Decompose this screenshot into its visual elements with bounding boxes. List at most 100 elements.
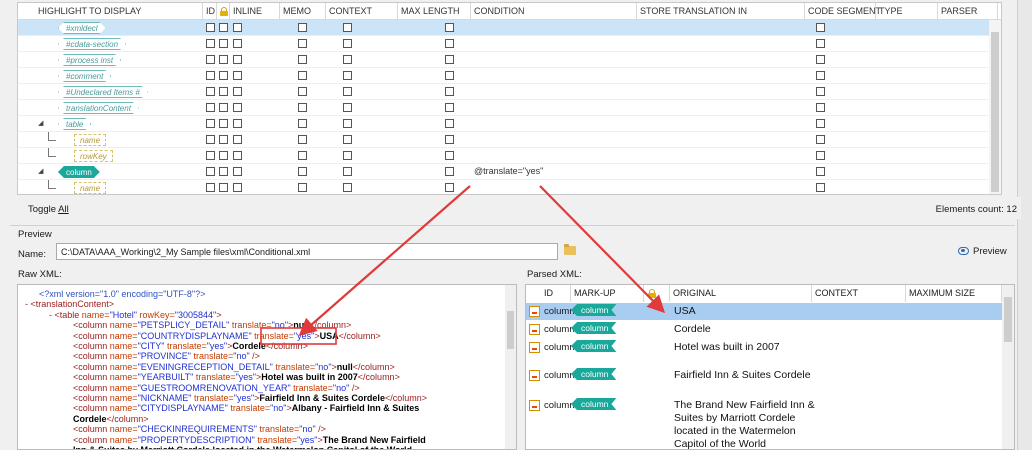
grid-checkbox[interactable] — [233, 71, 242, 80]
grid-checkbox[interactable] — [816, 103, 825, 112]
grid-checkbox[interactable] — [206, 151, 215, 160]
grid-checkbox[interactable] — [445, 71, 454, 80]
tree-expander-icon[interactable]: ◢ — [38, 167, 43, 175]
grid-checkbox[interactable] — [298, 71, 307, 80]
markup-tag[interactable]: column — [571, 368, 616, 380]
grid-checkbox[interactable] — [206, 103, 215, 112]
grid-checkbox[interactable] — [219, 39, 228, 48]
grid-checkbox[interactable] — [233, 135, 242, 144]
element-tag[interactable]: #Undeclared Items # — [58, 86, 148, 98]
grid-checkbox[interactable] — [219, 23, 228, 32]
element-tag[interactable]: translationContent — [58, 102, 139, 114]
grid-scrollbar[interactable] — [989, 20, 1001, 194]
element-tag[interactable]: table — [58, 118, 91, 130]
parsed-col-id[interactable]: ID — [526, 285, 571, 302]
grid-checkbox[interactable] — [219, 55, 228, 64]
condition-value[interactable]: @translate="yes" — [474, 166, 543, 176]
markup-tag[interactable]: column — [571, 322, 616, 334]
toggle-all-link[interactable]: Toggle All — [28, 204, 69, 215]
grid-checkbox[interactable] — [233, 87, 242, 96]
grid-checkbox[interactable] — [206, 71, 215, 80]
grid-checkbox[interactable] — [445, 135, 454, 144]
grid-checkbox[interactable] — [445, 167, 454, 176]
grid-checkbox[interactable] — [816, 71, 825, 80]
raw-xml-view[interactable]: <?xml version="1.0" encoding="UTF-8"?> - … — [17, 284, 517, 450]
col-store-translation[interactable]: STORE TRANSLATION IN — [637, 3, 805, 20]
grid-row[interactable]: #Undeclared Items # — [18, 84, 1001, 100]
grid-checkbox[interactable] — [816, 183, 825, 192]
grid-row[interactable]: translationContent — [18, 100, 1001, 116]
grid-checkbox[interactable] — [343, 71, 352, 80]
col-code-segment[interactable]: CODE SEGMENT — [805, 3, 881, 20]
parsed-row[interactable]: column column The Brand New Fairfield Inn … — [526, 397, 1002, 449]
grid-checkbox[interactable] — [219, 119, 228, 128]
parsed-col-lock[interactable] — [644, 285, 670, 302]
parsed-scrollbar[interactable] — [1002, 285, 1014, 449]
grid-checkbox[interactable] — [206, 39, 215, 48]
parsed-row[interactable]: column column Hotel was built in 2007 — [526, 339, 1002, 365]
col-max-length[interactable]: MAX LENGTH — [398, 3, 471, 20]
grid-checkbox[interactable] — [206, 55, 215, 64]
parsed-col-original[interactable]: ORIGINAL — [670, 285, 812, 302]
parsed-scroll-thumb[interactable] — [1004, 297, 1012, 342]
grid-checkbox[interactable] — [343, 87, 352, 96]
grid-checkbox[interactable] — [219, 135, 228, 144]
grid-checkbox[interactable] — [343, 55, 352, 64]
tree-expander-icon[interactable]: ◢ — [38, 119, 43, 127]
element-tag[interactable]: #cdata-section — [58, 38, 126, 50]
grid-checkbox[interactable] — [445, 23, 454, 32]
grid-checkbox[interactable] — [206, 23, 215, 32]
grid-checkbox[interactable] — [206, 167, 215, 176]
grid-checkbox[interactable] — [816, 55, 825, 64]
grid-row[interactable]: name — [18, 180, 1001, 194]
grid-checkbox[interactable] — [298, 167, 307, 176]
col-condition[interactable]: CONDITION — [471, 3, 637, 20]
grid-checkbox[interactable] — [219, 151, 228, 160]
grid-checkbox[interactable] — [445, 103, 454, 112]
file-path-field[interactable]: C:\DATA\AAA_Working\2_My Sample files\xm… — [56, 243, 558, 260]
grid-checkbox[interactable] — [233, 151, 242, 160]
grid-checkbox[interactable] — [206, 135, 215, 144]
grid-checkbox[interactable] — [298, 119, 307, 128]
grid-checkbox[interactable] — [816, 151, 825, 160]
col-highlight[interactable]: HIGHLIGHT TO DISPLAY — [18, 3, 203, 20]
grid-checkbox[interactable] — [233, 183, 242, 192]
grid-checkbox[interactable] — [816, 87, 825, 96]
grid-row[interactable]: #cdata-section — [18, 36, 1001, 52]
parsed-xml-grid[interactable]: ID MARK-UP ORIGINAL CONTEXT MAXIMUM SIZE… — [525, 284, 1015, 450]
grid-row[interactable]: ◢ column @translate="yes" — [18, 164, 1001, 180]
grid-checkbox[interactable] — [233, 119, 242, 128]
grid-checkbox[interactable] — [219, 71, 228, 80]
element-tag[interactable]: column — [58, 166, 100, 178]
grid-checkbox[interactable] — [206, 87, 215, 96]
parsed-col-markup[interactable]: MARK-UP — [571, 285, 644, 302]
parsed-row[interactable]: column column Fairfield Inn & Suites Corde… — [526, 367, 1002, 397]
grid-checkbox[interactable] — [445, 87, 454, 96]
grid-scroll-thumb[interactable] — [991, 32, 999, 192]
grid-checkbox[interactable] — [233, 55, 242, 64]
col-inline[interactable]: INLINE — [230, 3, 280, 20]
col-id[interactable]: ID — [203, 3, 217, 20]
grid-checkbox[interactable] — [343, 103, 352, 112]
grid-checkbox[interactable] — [816, 39, 825, 48]
col-lock[interactable] — [217, 3, 230, 20]
grid-checkbox[interactable] — [298, 103, 307, 112]
grid-checkbox[interactable] — [219, 183, 228, 192]
grid-checkbox[interactable] — [298, 55, 307, 64]
grid-row[interactable]: rowKey — [18, 148, 1001, 164]
preview-button[interactable]: Preview — [973, 246, 1007, 257]
parsed-row[interactable]: column column USA — [526, 303, 1002, 320]
element-tag[interactable]: name — [74, 182, 107, 194]
grid-checkbox[interactable] — [206, 183, 215, 192]
grid-checkbox[interactable] — [219, 87, 228, 96]
markup-tag[interactable]: column — [571, 304, 616, 316]
grid-row[interactable]: #process inst — [18, 52, 1001, 68]
element-tag[interactable]: #xmldecl — [58, 22, 106, 34]
folder-icon[interactable] — [564, 244, 576, 255]
grid-checkbox[interactable] — [445, 119, 454, 128]
grid-row[interactable]: #comment — [18, 68, 1001, 84]
col-parser[interactable]: PARSER — [938, 3, 998, 20]
grid-checkbox[interactable] — [445, 151, 454, 160]
grid-checkbox[interactable] — [233, 39, 242, 48]
grid-checkbox[interactable] — [298, 87, 307, 96]
